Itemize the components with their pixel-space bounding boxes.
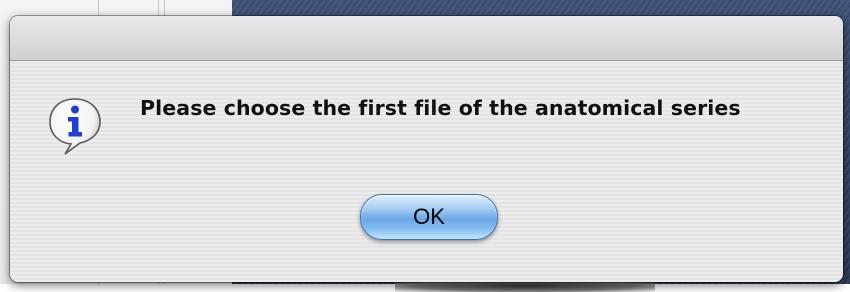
- ok-button-label: OK: [413, 204, 445, 229]
- info-icon: [44, 94, 106, 156]
- dialog-titlebar: [10, 16, 843, 61]
- ok-button[interactable]: OK: [360, 194, 498, 240]
- alert-dialog: Please choose the first file of the anat…: [10, 16, 843, 282]
- dialog-message: Please choose the first file of the anat…: [140, 96, 741, 120]
